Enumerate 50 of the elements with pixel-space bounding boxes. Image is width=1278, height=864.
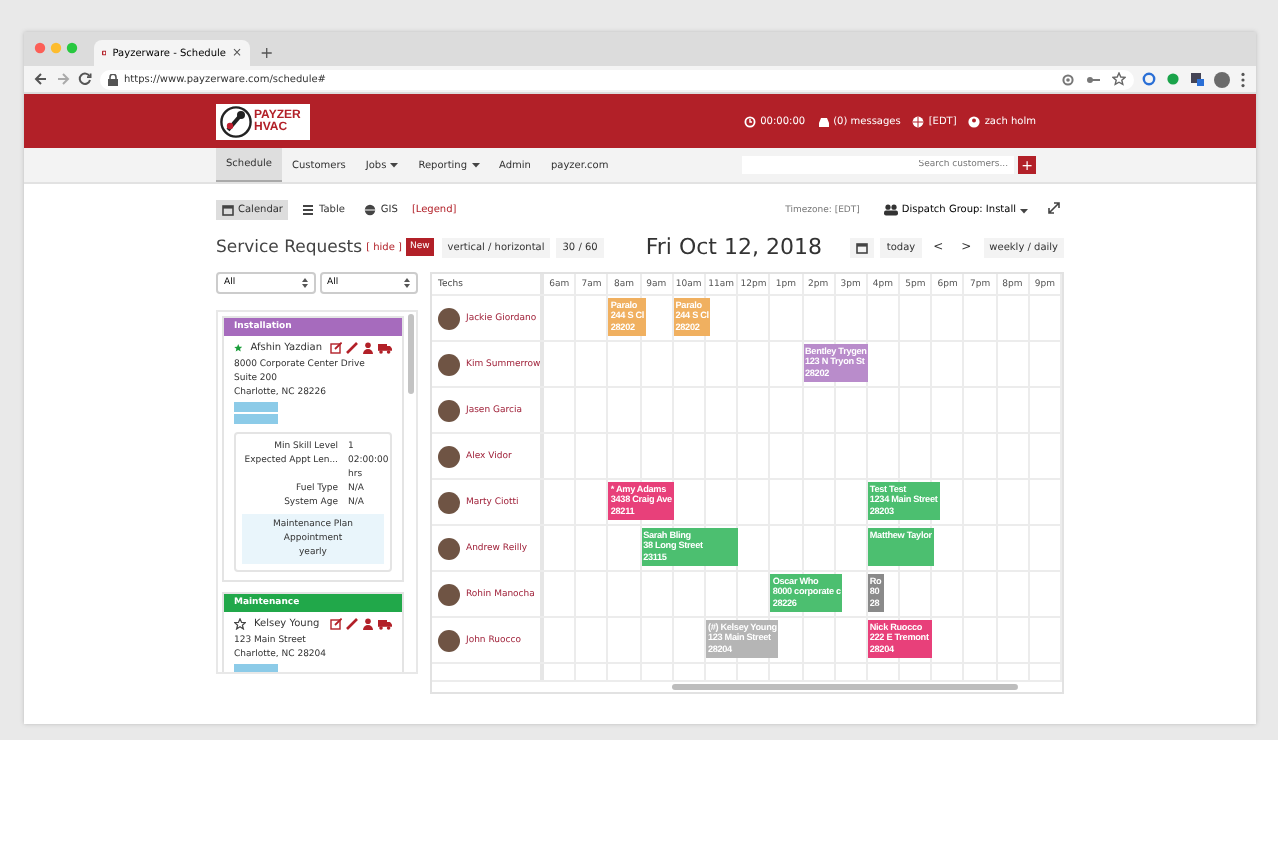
avatar (438, 445, 460, 467)
avatar (438, 353, 460, 375)
request-card[interactable] (222, 316, 404, 582)
edit-icon[interactable] (330, 618, 342, 630)
truck-icon[interactable] (378, 618, 392, 630)
sort-caret-icon (301, 278, 307, 288)
menu-icon[interactable] (1240, 71, 1246, 87)
star-filled-icon[interactable] (234, 342, 243, 354)
pencil-icon[interactable] (346, 618, 358, 630)
user-icon (968, 115, 981, 127)
avatar (438, 629, 460, 651)
list-icon (302, 204, 315, 216)
date-picker-button[interactable] (850, 237, 875, 257)
person-icon[interactable] (362, 342, 374, 354)
sort-caret-icon (404, 278, 410, 288)
expand-icon (1048, 202, 1060, 214)
window-controls-drawing (34, 42, 82, 54)
back-icon[interactable] (34, 72, 48, 86)
inbox-icon (817, 115, 830, 127)
people-icon (883, 204, 898, 216)
horizontal-scrollbar-thumb[interactable] (671, 684, 1018, 690)
calendar-icon (856, 241, 869, 253)
profile-avatar-icon[interactable] (1214, 71, 1230, 87)
truck-icon[interactable] (378, 342, 392, 354)
lock-icon (108, 73, 118, 85)
new-tab-button[interactable]: + (260, 44, 274, 62)
avatar (438, 399, 460, 421)
reload-icon[interactable] (78, 72, 92, 86)
caret-icon (1020, 207, 1028, 213)
date-title: Fri Oct 12, 2018 (645, 234, 822, 260)
favicon-icon (102, 46, 107, 60)
globe-icon (912, 115, 925, 127)
avatar (438, 307, 460, 329)
tag-chip (234, 664, 278, 672)
calendar-icon (222, 204, 234, 216)
panel-title: Service Requests (216, 237, 363, 257)
person-icon[interactable] (362, 618, 374, 630)
star-outline-icon[interactable] (234, 618, 246, 630)
scrollbar-thumb[interactable] (408, 314, 414, 394)
target-icon[interactable] (1062, 73, 1074, 85)
avatar (438, 491, 460, 513)
edit-icon[interactable] (330, 342, 342, 354)
avatar (438, 537, 460, 559)
avatar (438, 583, 460, 605)
key-icon[interactable] (1086, 73, 1100, 85)
bookmark-star-icon[interactable] (1112, 72, 1126, 86)
timer-icon (744, 115, 757, 127)
wrench-logo-icon (220, 105, 252, 137)
pencil-icon[interactable] (346, 342, 358, 354)
globe-icon (364, 204, 377, 216)
